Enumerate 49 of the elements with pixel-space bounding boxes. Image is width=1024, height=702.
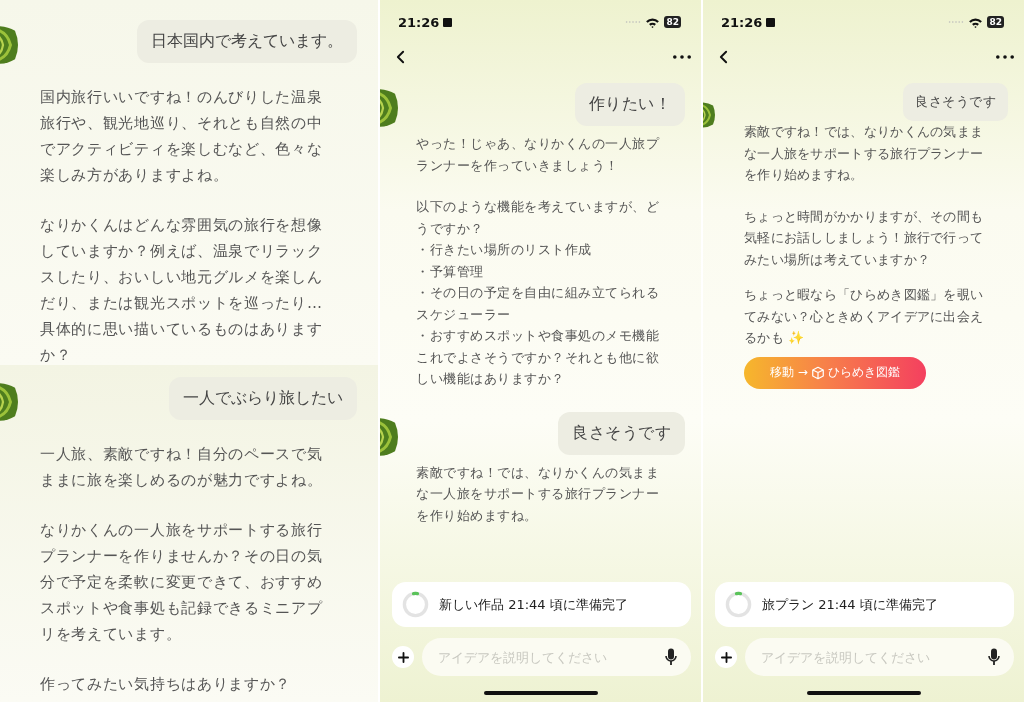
add-button[interactable]	[715, 646, 737, 668]
wifi-icon	[645, 16, 661, 28]
assistant-message: なりかくんの一人旅をサポートする旅行プランナーを作りませんか？その日の気分で予定を柔軟に変更できて、おすすめスポットや食事処も記録できるミニアプリを考えています。	[40, 520, 324, 645]
plus-icon	[720, 651, 732, 663]
recording-icon	[766, 17, 776, 27]
cube-icon	[810, 365, 825, 380]
assistant-message: 国内旅行いいですね！のんびりした温泉旅行や、観光地巡り、それとも自然の中でアクティビティを楽しむなど、色々な楽しみ方がありますよね。	[40, 87, 324, 186]
loading-spinner-icon	[402, 591, 429, 618]
open-page-button[interactable]: 移動 → ひらめき図鑑	[744, 356, 926, 389]
wifi-icon	[968, 16, 984, 28]
user-message-bubble: 良さそうです	[558, 411, 685, 455]
plus-icon	[397, 651, 409, 663]
status-time: 21:26	[398, 14, 440, 30]
progress-text: 旅プラン 21:44 頃に準備完了	[762, 595, 938, 614]
microphone-icon	[988, 648, 1000, 666]
back-icon	[396, 50, 405, 64]
more-icon[interactable]	[673, 55, 691, 59]
microphone-icon	[665, 648, 677, 666]
assistant-message: 素敵ですね！では、なりかくんの気ままな一人旅をサポートする旅行プランナーを作り始めますね。	[416, 463, 660, 525]
assistant-message: 以下のような機能を考えていますが、どうですか？	[416, 198, 660, 238]
back-button[interactable]	[719, 50, 728, 64]
user-message-bubble: 作りたい！	[574, 83, 685, 126]
add-button[interactable]	[392, 646, 414, 668]
recording-icon	[443, 17, 453, 27]
status-time: 21:26	[721, 14, 763, 30]
back-button[interactable]	[396, 50, 405, 64]
list-item: ・おすすめスポットや食事処のメモ機能	[416, 327, 660, 345]
user-message-bubble: 一人でぶらり旅したい	[169, 377, 357, 420]
assistant-message: ちょっと時間がかかりますが、その間も気軽にお話ししましょう！旅行で行ってみたい場所は考えていますか？	[744, 207, 985, 269]
progress-text: 新しい作品 21:44 頃に準備完了	[439, 595, 628, 614]
assistant-message: やった！じゃあ、なりかくんの一人旅プランナーを作っていきましょう！	[416, 135, 661, 175]
back-icon	[719, 50, 728, 64]
list-item: ・その日の予定を自由に組み立てられるスケジューラー	[416, 284, 660, 324]
list-item: ・行きたい場所のリスト作成	[416, 241, 593, 259]
battery-level: 82	[664, 16, 681, 28]
list-item: ・予算管理	[416, 262, 485, 281]
microphone-button[interactable]	[665, 648, 679, 666]
assistant-message: 作ってみたい気持ちはありますか？	[40, 674, 293, 695]
assistant-message: なりかくんはどんな雰囲気の旅行を想像していますか？例えば、温泉でリラックスしたり、おいしい地元グルメを楽しんだり、または観光スポットを巡ったり…具体的に思い描いているものはありますか？	[40, 215, 324, 366]
assistant-message: ちょっと暇なら「ひらめき図鑑」を覗いてみない？心ときめくアイデアに出会えるかも ✨	[744, 286, 985, 347]
assistant-message: これでよさそうですか？それとも他に欲しい機能はありますか？	[416, 348, 660, 388]
user-message-bubble: 良さそうです	[903, 83, 1008, 121]
more-icon[interactable]	[996, 55, 1014, 59]
assistant-message: 素敵ですね！では、なりかくんの気ままな一人旅をサポートする旅行プランナーを作り始めますね。	[744, 123, 985, 184]
loading-spinner-icon	[725, 591, 752, 618]
assistant-message: 一人旅、素敵ですね！自分のペースで気ままに旅を楽しめるのが魅力ですよね。	[40, 444, 324, 491]
user-message-bubble: 日本国内で考えています。	[137, 20, 357, 63]
microphone-button[interactable]	[988, 648, 1002, 666]
battery-level: 82	[987, 16, 1004, 28]
